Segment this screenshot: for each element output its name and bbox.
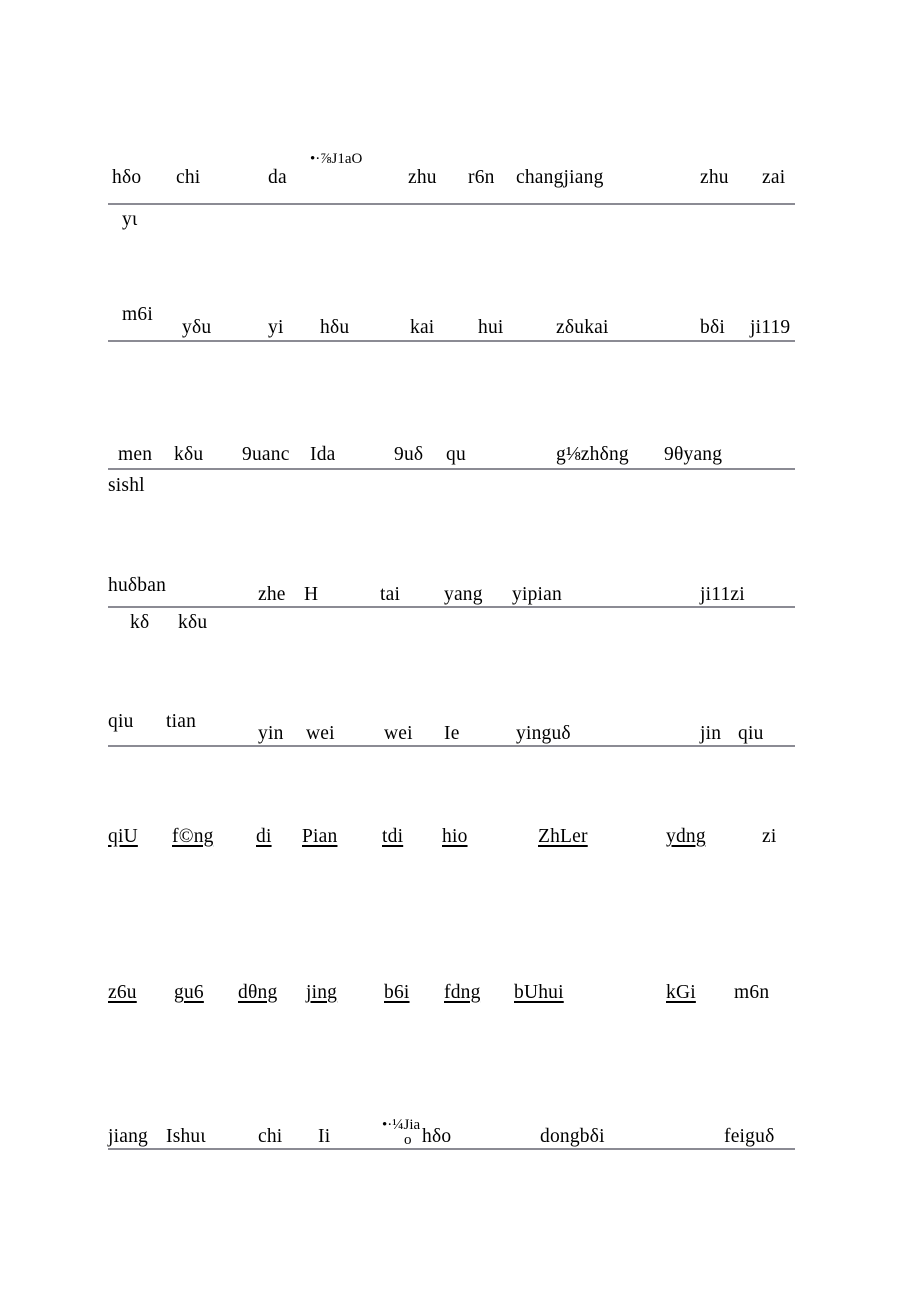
pinyin-word-raised: tian bbox=[166, 711, 197, 732]
pinyin-word: di bbox=[256, 826, 272, 847]
pinyin-word: qiU bbox=[108, 826, 138, 847]
pinyin-word: changjiang bbox=[516, 167, 604, 188]
answer-rule bbox=[108, 203, 795, 205]
pinyin-word: Ii bbox=[318, 1126, 331, 1147]
pinyin-word-below-rule: kδu bbox=[178, 612, 208, 633]
pinyin-word: men bbox=[118, 444, 153, 465]
pinyin-word: tdi bbox=[382, 826, 404, 847]
pinyin-word: 9uδ bbox=[394, 444, 424, 465]
pinyin-word: jing bbox=[306, 982, 338, 1003]
pinyin-word: z6u bbox=[108, 982, 137, 1003]
pinyin-word: wei bbox=[384, 723, 413, 744]
pinyin-word: zhu bbox=[700, 167, 729, 188]
pinyin-word-below-rule: yι bbox=[122, 209, 138, 230]
pinyin-word: dθng bbox=[238, 982, 278, 1003]
pinyin-word-raised: huδban bbox=[108, 575, 167, 596]
pinyin-word: yi bbox=[268, 317, 284, 338]
pinyin-word: 9uanc bbox=[242, 444, 290, 465]
pinyin-word: f©ng bbox=[172, 826, 214, 847]
pinyin-word: qiu bbox=[738, 723, 764, 744]
pinyin-word: zδukai bbox=[556, 317, 609, 338]
pinyin-word: hδo bbox=[422, 1126, 452, 1147]
pinyin-word: qu bbox=[446, 444, 466, 465]
pinyin-word: g⅛zhδng bbox=[556, 444, 629, 465]
pinyin-word: chi bbox=[258, 1126, 283, 1147]
answer-rule bbox=[108, 468, 795, 470]
pinyin-word: Ishuι bbox=[166, 1126, 206, 1147]
pinyin-word: bδi bbox=[700, 317, 725, 338]
pinyin-word: da bbox=[268, 167, 287, 188]
answer-rule bbox=[108, 745, 795, 747]
pinyin-word: feiguδ bbox=[724, 1126, 775, 1147]
pinyin-word: wei bbox=[306, 723, 335, 744]
pinyin-word: Ida bbox=[310, 444, 336, 465]
subscript-artifact: ο bbox=[404, 1132, 412, 1148]
answer-rule bbox=[108, 606, 795, 608]
pinyin-word: bUhui bbox=[514, 982, 564, 1003]
pinyin-word: m6n bbox=[734, 982, 770, 1003]
pinyin-word: Ie bbox=[444, 723, 460, 744]
pinyin-word-below-rule: sishl bbox=[108, 475, 145, 496]
pinyin-word: 9θyang bbox=[664, 444, 723, 465]
pinyin-word: fdng bbox=[444, 982, 481, 1003]
pinyin-word: H bbox=[304, 584, 319, 605]
pinyin-word: zhu bbox=[408, 167, 437, 188]
pinyin-word: chi bbox=[176, 167, 201, 188]
pinyin-word: kGi bbox=[666, 982, 696, 1003]
pinyin-word: hδu bbox=[320, 317, 350, 338]
pinyin-word: yδu bbox=[182, 317, 212, 338]
pinyin-word: kai bbox=[410, 317, 435, 338]
pinyin-word: tai bbox=[380, 584, 401, 605]
pinyin-word-raised: qiu bbox=[108, 711, 134, 732]
worksheet-page: hδo chi da zhu r6n changjiang zhu zai yι •·⅞J1aO y… bbox=[0, 0, 920, 1301]
pinyin-word: zi bbox=[762, 826, 777, 847]
pinyin-word: gu6 bbox=[174, 982, 204, 1003]
pinyin-word: yin bbox=[258, 723, 284, 744]
pinyin-word: r6n bbox=[468, 167, 495, 188]
answer-rule bbox=[108, 340, 795, 342]
pinyin-word: ji119 bbox=[750, 317, 791, 338]
pinyin-word-below-rule: kδ bbox=[130, 612, 150, 633]
pinyin-word: ZhLer bbox=[538, 826, 588, 847]
pinyin-word: jin bbox=[700, 723, 722, 744]
pinyin-word: hδo bbox=[112, 167, 142, 188]
pinyin-word: hui bbox=[478, 317, 504, 338]
pinyin-word: Pian bbox=[302, 826, 338, 847]
pinyin-word: zhe bbox=[258, 584, 286, 605]
pinyin-word: jiang bbox=[108, 1126, 148, 1147]
superscript-artifact: •·¼Jia bbox=[382, 1117, 421, 1133]
pinyin-word: yang bbox=[444, 584, 483, 605]
pinyin-word: ydng bbox=[666, 826, 706, 847]
pinyin-word: hio bbox=[442, 826, 468, 847]
superscript-artifact: •·⅞J1aO bbox=[310, 151, 363, 167]
pinyin-word: yinguδ bbox=[516, 723, 571, 744]
pinyin-word: dongbδi bbox=[540, 1126, 605, 1147]
pinyin-word: ji11zi bbox=[700, 584, 745, 605]
pinyin-word: yipian bbox=[512, 584, 562, 605]
answer-rule bbox=[108, 1148, 795, 1150]
pinyin-word: kδu bbox=[174, 444, 204, 465]
pinyin-word-raised: m6i bbox=[122, 304, 153, 325]
pinyin-word: zai bbox=[762, 167, 786, 188]
pinyin-word: b6i bbox=[384, 982, 410, 1003]
